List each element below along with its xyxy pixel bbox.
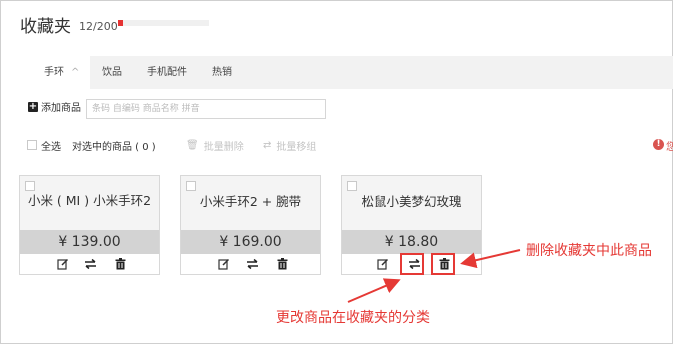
delete-annotation: 删除收藏夹中此商品 bbox=[526, 243, 652, 259]
delete-arrow bbox=[460, 249, 521, 269]
annotation-arrows bbox=[347, 249, 521, 303]
move-arrow bbox=[347, 278, 401, 303]
move-annotation: 更改商品在收藏夹的分类 bbox=[276, 310, 430, 326]
